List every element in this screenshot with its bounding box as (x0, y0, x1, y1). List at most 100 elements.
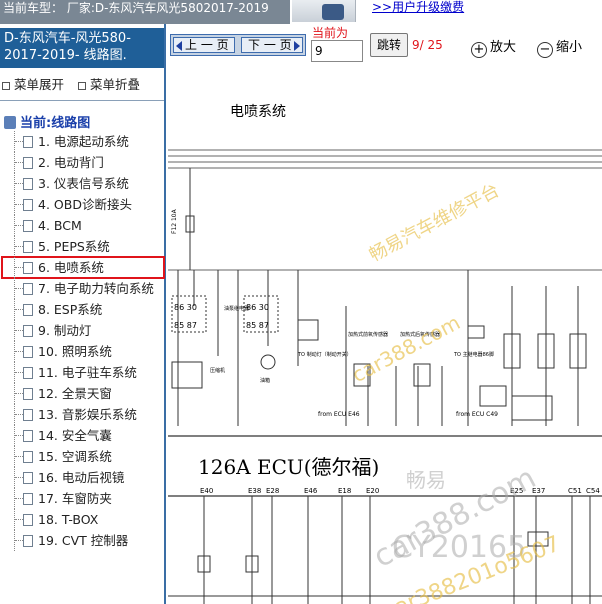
current-page-label: 当前为 (312, 26, 349, 40)
document-icon (23, 178, 33, 190)
sidebar-item[interactable]: 4. BCM (14, 215, 164, 236)
tree-connector (14, 257, 23, 278)
sidebar-item-label: 3. 仪表信号系统 (38, 176, 129, 191)
sidebar-item-label: 7. 电子助力转向系统 (38, 281, 154, 296)
document-icon (23, 262, 33, 274)
pin-e28: E28 (266, 487, 279, 495)
sidebar-item[interactable]: 6. 电喷系统 (1, 256, 165, 279)
sidebar-item-label: 19. CVT 控制器 (38, 533, 129, 548)
document-icon (23, 241, 33, 253)
sidebar-item[interactable]: 2. 电动背门 (14, 152, 164, 173)
sidebar-item-label: 18. T-BOX (38, 512, 99, 527)
upgrade-banner-image[interactable] (292, 0, 356, 22)
sidebar-item[interactable]: 11. 电子驻车系统 (14, 362, 164, 383)
expand-menu-button[interactable]: 菜单展开 (2, 77, 64, 92)
document-icon (23, 283, 33, 295)
document-icon (23, 430, 33, 442)
sidebar-item-label: 13. 音影娱乐系统 (38, 407, 137, 422)
sidebar-item[interactable]: 15. 空调系统 (14, 446, 164, 467)
sidebar-item-label: 10. 照明系统 (38, 344, 112, 359)
sidebar-item[interactable]: 10. 照明系统 (14, 341, 164, 362)
jump-button[interactable]: 跳转 (370, 33, 408, 57)
sidebar-item[interactable]: 7. 电子助力转向系统 (14, 278, 164, 299)
pin-e18: E18 (338, 487, 351, 495)
document-icon (23, 325, 33, 337)
to-main-relay-label: TO 主继电器86脚 (453, 351, 494, 358)
sidebar-item[interactable]: 9. 制动灯 (14, 320, 164, 341)
sidebar-item[interactable]: 12. 全景天窗 (14, 383, 164, 404)
relay-bottom-label-2: 85 87 (246, 321, 269, 330)
next-page-button[interactable]: 下 一 页 (241, 37, 303, 53)
arrow-left-icon (176, 40, 182, 51)
tree-connector (14, 446, 23, 467)
sidebar-item-label: 1. 电源起动系统 (38, 134, 129, 149)
sidebar-item[interactable]: 1. 电源起动系统 (14, 131, 164, 152)
document-icon (23, 388, 33, 400)
sidebar-item[interactable]: 4. OBD诊断接头 (14, 194, 164, 215)
upgrade-link[interactable]: >>用户升级缴费 (372, 0, 464, 14)
document-icon (23, 472, 33, 484)
tree-connector (14, 173, 23, 194)
app-window: 当前车型： 厂家:D-东风汽车风光5802017-2019 >>用户升级缴费 D… (0, 0, 602, 604)
zoom-in-button[interactable]: + 放大 (471, 36, 516, 58)
sidebar-item-label: 11. 电子驻车系统 (38, 365, 137, 380)
to-brake-label: TO 制动灯（制动开关） (297, 351, 352, 358)
diagram-title: 电喷系统 (230, 104, 286, 120)
ecu-label: 126A ECU(德尔福) (198, 455, 379, 479)
arrow-right-icon (293, 40, 300, 51)
pump-relay-label: 油泵继电器 (224, 305, 249, 312)
menu-controls: 菜单展开 菜单折叠 (2, 74, 150, 93)
sidebar-item[interactable]: 8. ESP系统 (14, 299, 164, 320)
pin-c54: C54 (586, 487, 600, 495)
sidebar-item[interactable]: 17. 车窗防夹 (14, 488, 164, 509)
document-icon (23, 220, 33, 232)
tree-connector (14, 425, 23, 446)
relay-top-label: 86 30 (174, 303, 197, 312)
pin-e46: E46 (304, 487, 318, 495)
sidebar-item-label: 6. 电喷系统 (38, 260, 104, 275)
front-o2-label: 加热式前氧传感器 (348, 331, 388, 338)
sidebar-item[interactable]: 3. 仪表信号系统 (14, 173, 164, 194)
plus-icon: + (471, 42, 487, 58)
sidebar: D-东风汽车-风光580-2017-2019- 线路图. 菜单展开 菜单折叠 当… (0, 24, 166, 604)
sidebar-item[interactable]: 14. 安全气囊 (14, 425, 164, 446)
document-icon (23, 409, 33, 421)
pin-c51: C51 (568, 487, 582, 495)
tree-connector (14, 152, 23, 173)
tree-connector (14, 215, 23, 236)
manual-title: D-东风汽车-风光580-2017-2019- 线路图. (0, 28, 164, 68)
sidebar-item-label: 12. 全景天窗 (38, 386, 112, 401)
wiring-diagram[interactable]: 电喷系统 F12 10A 86 30 85 87 86 30 85 87 油泵继… (168, 66, 602, 604)
sidebar-item[interactable]: 13. 音影娱乐系统 (14, 404, 164, 425)
pin-e38: E38 (248, 487, 261, 495)
relay-top-label-2: 86 30 (246, 303, 269, 312)
prev-page-button[interactable]: 上 一 页 (173, 37, 235, 53)
toolbar: 上 一 页 下 一 页 当前为 跳转 9/ 25 +放大 −缩小 (168, 24, 602, 66)
fuse-label: F12 10A (171, 208, 178, 234)
sidebar-item-label: 2. 电动背门 (38, 155, 104, 170)
page-count: 9/ 25 (412, 38, 443, 52)
sidebar-item[interactable]: 18. T-BOX (14, 509, 164, 530)
sidebar-item-label: 15. 空调系统 (38, 449, 112, 464)
top-bar: 当前车型： 厂家:D-东风汽车风光5802017-2019 >>用户升级缴费 (0, 0, 602, 24)
user-icon (322, 4, 344, 20)
tree-connector (14, 467, 23, 488)
document-icon (23, 451, 33, 463)
page-number-input[interactable] (311, 40, 363, 62)
book-icon (4, 116, 16, 129)
divider (0, 100, 164, 101)
current-section[interactable]: 当前:线路图 (4, 112, 90, 131)
collapse-menu-button[interactable]: 菜单折叠 (78, 77, 140, 92)
tree-connector (14, 383, 23, 404)
sidebar-item[interactable]: 16. 电动后视镜 (14, 467, 164, 488)
from-ecu-2-label: from ECU C49 (456, 411, 498, 418)
document-icon (23, 304, 33, 316)
sidebar-item[interactable]: 5. PEPS系统 (14, 236, 164, 257)
sidebar-item[interactable]: 19. CVT 控制器 (14, 530, 164, 551)
zoom-out-button[interactable]: − 缩小 (537, 36, 582, 58)
sidebar-item-label: 17. 车窗防夹 (38, 491, 112, 506)
watermark-3: 畅易 (406, 468, 446, 492)
tree-connector (14, 236, 23, 257)
sidebar-item-label: 4. OBD诊断接头 (38, 197, 132, 212)
document-icon (23, 136, 33, 148)
